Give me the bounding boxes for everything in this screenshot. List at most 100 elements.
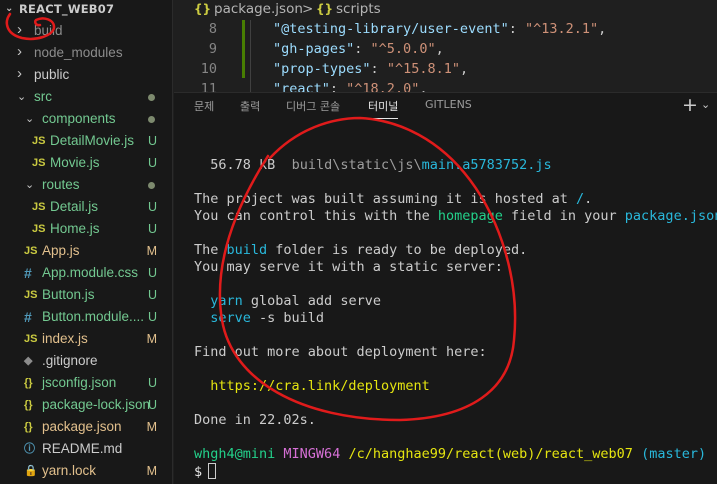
- code-line: 10 "prop-types": "^15.8.1",: [174, 60, 717, 79]
- git-status-badge: U: [147, 266, 157, 280]
- tree-item[interactable]: {} package.json M: [0, 416, 173, 438]
- command-line-2: serve -s build: [194, 310, 324, 327]
- deploy-link[interactable]: https://cra.link/deployment: [210, 378, 429, 394]
- json-file-icon: {}: [24, 421, 33, 433]
- tree-item[interactable]: # App.module.css U: [0, 262, 173, 284]
- serve-line: You may serve it with a static server:: [194, 259, 503, 275]
- tree-item[interactable]: JS Movie.js U: [0, 152, 173, 174]
- code-text: "@testing-library/user-event": "^13.2.1"…: [273, 21, 607, 37]
- prompt-symbol: $: [194, 464, 203, 480]
- bundle-dir: build\static\js\: [291, 157, 422, 173]
- chevron-down-icon[interactable]: ⌄: [701, 98, 710, 111]
- serve-command: serve: [210, 310, 251, 326]
- lock-file-icon: 🔒: [24, 465, 38, 477]
- tree-item-label: DetailMovie.js: [50, 133, 135, 148]
- built-path: /: [576, 191, 585, 207]
- explorer-sidebar: ⌄ REACT_WEB07 › build › node_modules › public…: [0, 0, 173, 484]
- new-terminal-icon[interactable]: +: [682, 94, 698, 116]
- tree-item[interactable]: › node_modules: [0, 42, 173, 64]
- tree-item-label: package.json: [42, 419, 122, 434]
- git-status-badge: M: [146, 332, 157, 346]
- tree-item[interactable]: ◆ .gitignore: [0, 350, 173, 372]
- tree-item-label: index.js: [42, 331, 88, 346]
- code-line: 9 "gh-pages": "^5.0.0",: [174, 40, 717, 59]
- tree-item[interactable]: ⌄ components: [0, 108, 173, 130]
- tree-item[interactable]: ⌄ src: [0, 86, 173, 108]
- tree-item[interactable]: JS Home.js U: [0, 218, 173, 240]
- tree-item[interactable]: JS DetailMovie.js U: [0, 130, 173, 152]
- tab-gitlens[interactable]: GITLENS: [425, 98, 472, 111]
- build-folder-ref: build: [226, 242, 268, 258]
- tree-item[interactable]: › public: [0, 64, 173, 86]
- tree-item[interactable]: 🔒 yarn.lock M: [0, 460, 173, 482]
- git-status-badge: U: [147, 200, 157, 214]
- deploy-link-line: https://cra.link/deployment: [194, 378, 429, 395]
- git-status-badge: U: [147, 222, 157, 236]
- tree-item-label: Button.module....: [42, 309, 145, 324]
- javascript-file-icon: JS: [32, 201, 46, 213]
- chevron-right-icon: ›: [17, 21, 22, 38]
- chevron-right-icon: ›: [17, 43, 22, 60]
- breadcrumb-file[interactable]: package.json: [214, 0, 303, 19]
- line-number: 10: [200, 61, 217, 77]
- bottom-panel: 문제 출력 디버그 콘솔 터미널 GITLENS + ⌄ 56.78 kB bu…: [174, 92, 717, 484]
- tab-output[interactable]: 출력: [240, 98, 260, 114]
- breadcrumb-section[interactable]: scripts: [336, 0, 381, 19]
- git-status-badge: M: [146, 464, 157, 478]
- control-text: You can control this with the: [194, 208, 438, 224]
- tab-problems[interactable]: 문제: [194, 98, 214, 114]
- line-number: 9: [208, 41, 217, 57]
- object-icon: {}: [316, 2, 334, 16]
- bundle-size-line: 56.78 kB build\static\js\main.a5783752.j…: [194, 157, 552, 174]
- tree-item[interactable]: # Button.module.... U: [0, 306, 173, 328]
- git-status-badge: M: [146, 420, 157, 434]
- code-text: "gh-pages": "^5.0.0",: [273, 41, 444, 57]
- built-text: The project was built assuming it is hos…: [194, 191, 577, 207]
- serve-args: -s build: [250, 310, 325, 326]
- homepage-field: homepage: [437, 208, 503, 224]
- tree-item[interactable]: JS Detail.js U: [0, 196, 173, 218]
- git-status-badge: U: [147, 134, 157, 148]
- tree-item[interactable]: JS Button.js U: [0, 284, 173, 306]
- tree-item-label: App.module.css: [42, 265, 139, 280]
- chevron-right-icon: ›: [17, 65, 22, 82]
- tree-item[interactable]: › build: [0, 20, 173, 42]
- git-status-badge: U: [147, 310, 157, 324]
- prompt-branch: (master): [641, 446, 707, 462]
- bundle-size: 56.78 kB: [210, 157, 276, 173]
- css-file-icon: #: [24, 265, 32, 281]
- tree-item[interactable]: JS index.js M: [0, 328, 173, 350]
- tree-item-label: jsconfig.json: [42, 375, 117, 390]
- tree-item[interactable]: ⓘ README.md: [0, 438, 173, 460]
- tree-item[interactable]: {} jsconfig.json U: [0, 372, 173, 394]
- modified-dot: [148, 94, 155, 101]
- git-status-badge: U: [147, 156, 157, 170]
- bundle-file: main.a5783752.js: [421, 157, 552, 173]
- terminal-output[interactable]: 56.78 kB build\static\js\main.a5783752.j…: [194, 145, 717, 484]
- tree-item[interactable]: ⌄ routes: [0, 174, 173, 196]
- prompt-shell: MINGW64: [283, 446, 341, 462]
- json-file-icon: {}: [194, 2, 212, 16]
- tree-item-label: .gitignore: [42, 353, 98, 368]
- tab-terminal[interactable]: 터미널: [368, 98, 399, 119]
- tree-item[interactable]: {} package-lock.json U: [0, 394, 173, 416]
- prompt-user: whgh4@mini: [194, 446, 276, 462]
- yarn-args: global add serve: [242, 293, 381, 309]
- breadcrumb: {} package.json > {} scripts: [174, 0, 717, 20]
- tree-item[interactable]: JS App.js M: [0, 240, 173, 262]
- explorer-header[interactable]: ⌄ REACT_WEB07: [0, 0, 173, 20]
- modified-dot: [148, 116, 155, 123]
- tree-item-label: routes: [42, 177, 80, 192]
- chevron-down-icon: ⌄: [17, 91, 27, 103]
- ready-pre: The: [194, 242, 227, 258]
- tab-debug-console[interactable]: 디버그 콘솔: [286, 98, 340, 114]
- input-line[interactable]: $: [194, 463, 217, 480]
- code-text: "react": "^18.2.0",: [273, 81, 428, 92]
- git-status-badge: U: [147, 376, 157, 390]
- chevron-down-icon: ⌄: [5, 3, 14, 14]
- yarn-command: yarn: [210, 293, 243, 309]
- javascript-file-icon: JS: [32, 223, 46, 235]
- code-editor[interactable]: 8 "@testing-library/user-event": "^13.2.1…: [174, 20, 717, 92]
- panel-tabs: 문제 출력 디버그 콘솔 터미널 GITLENS + ⌄: [174, 93, 717, 119]
- tree-item-label: node_modules: [34, 45, 123, 60]
